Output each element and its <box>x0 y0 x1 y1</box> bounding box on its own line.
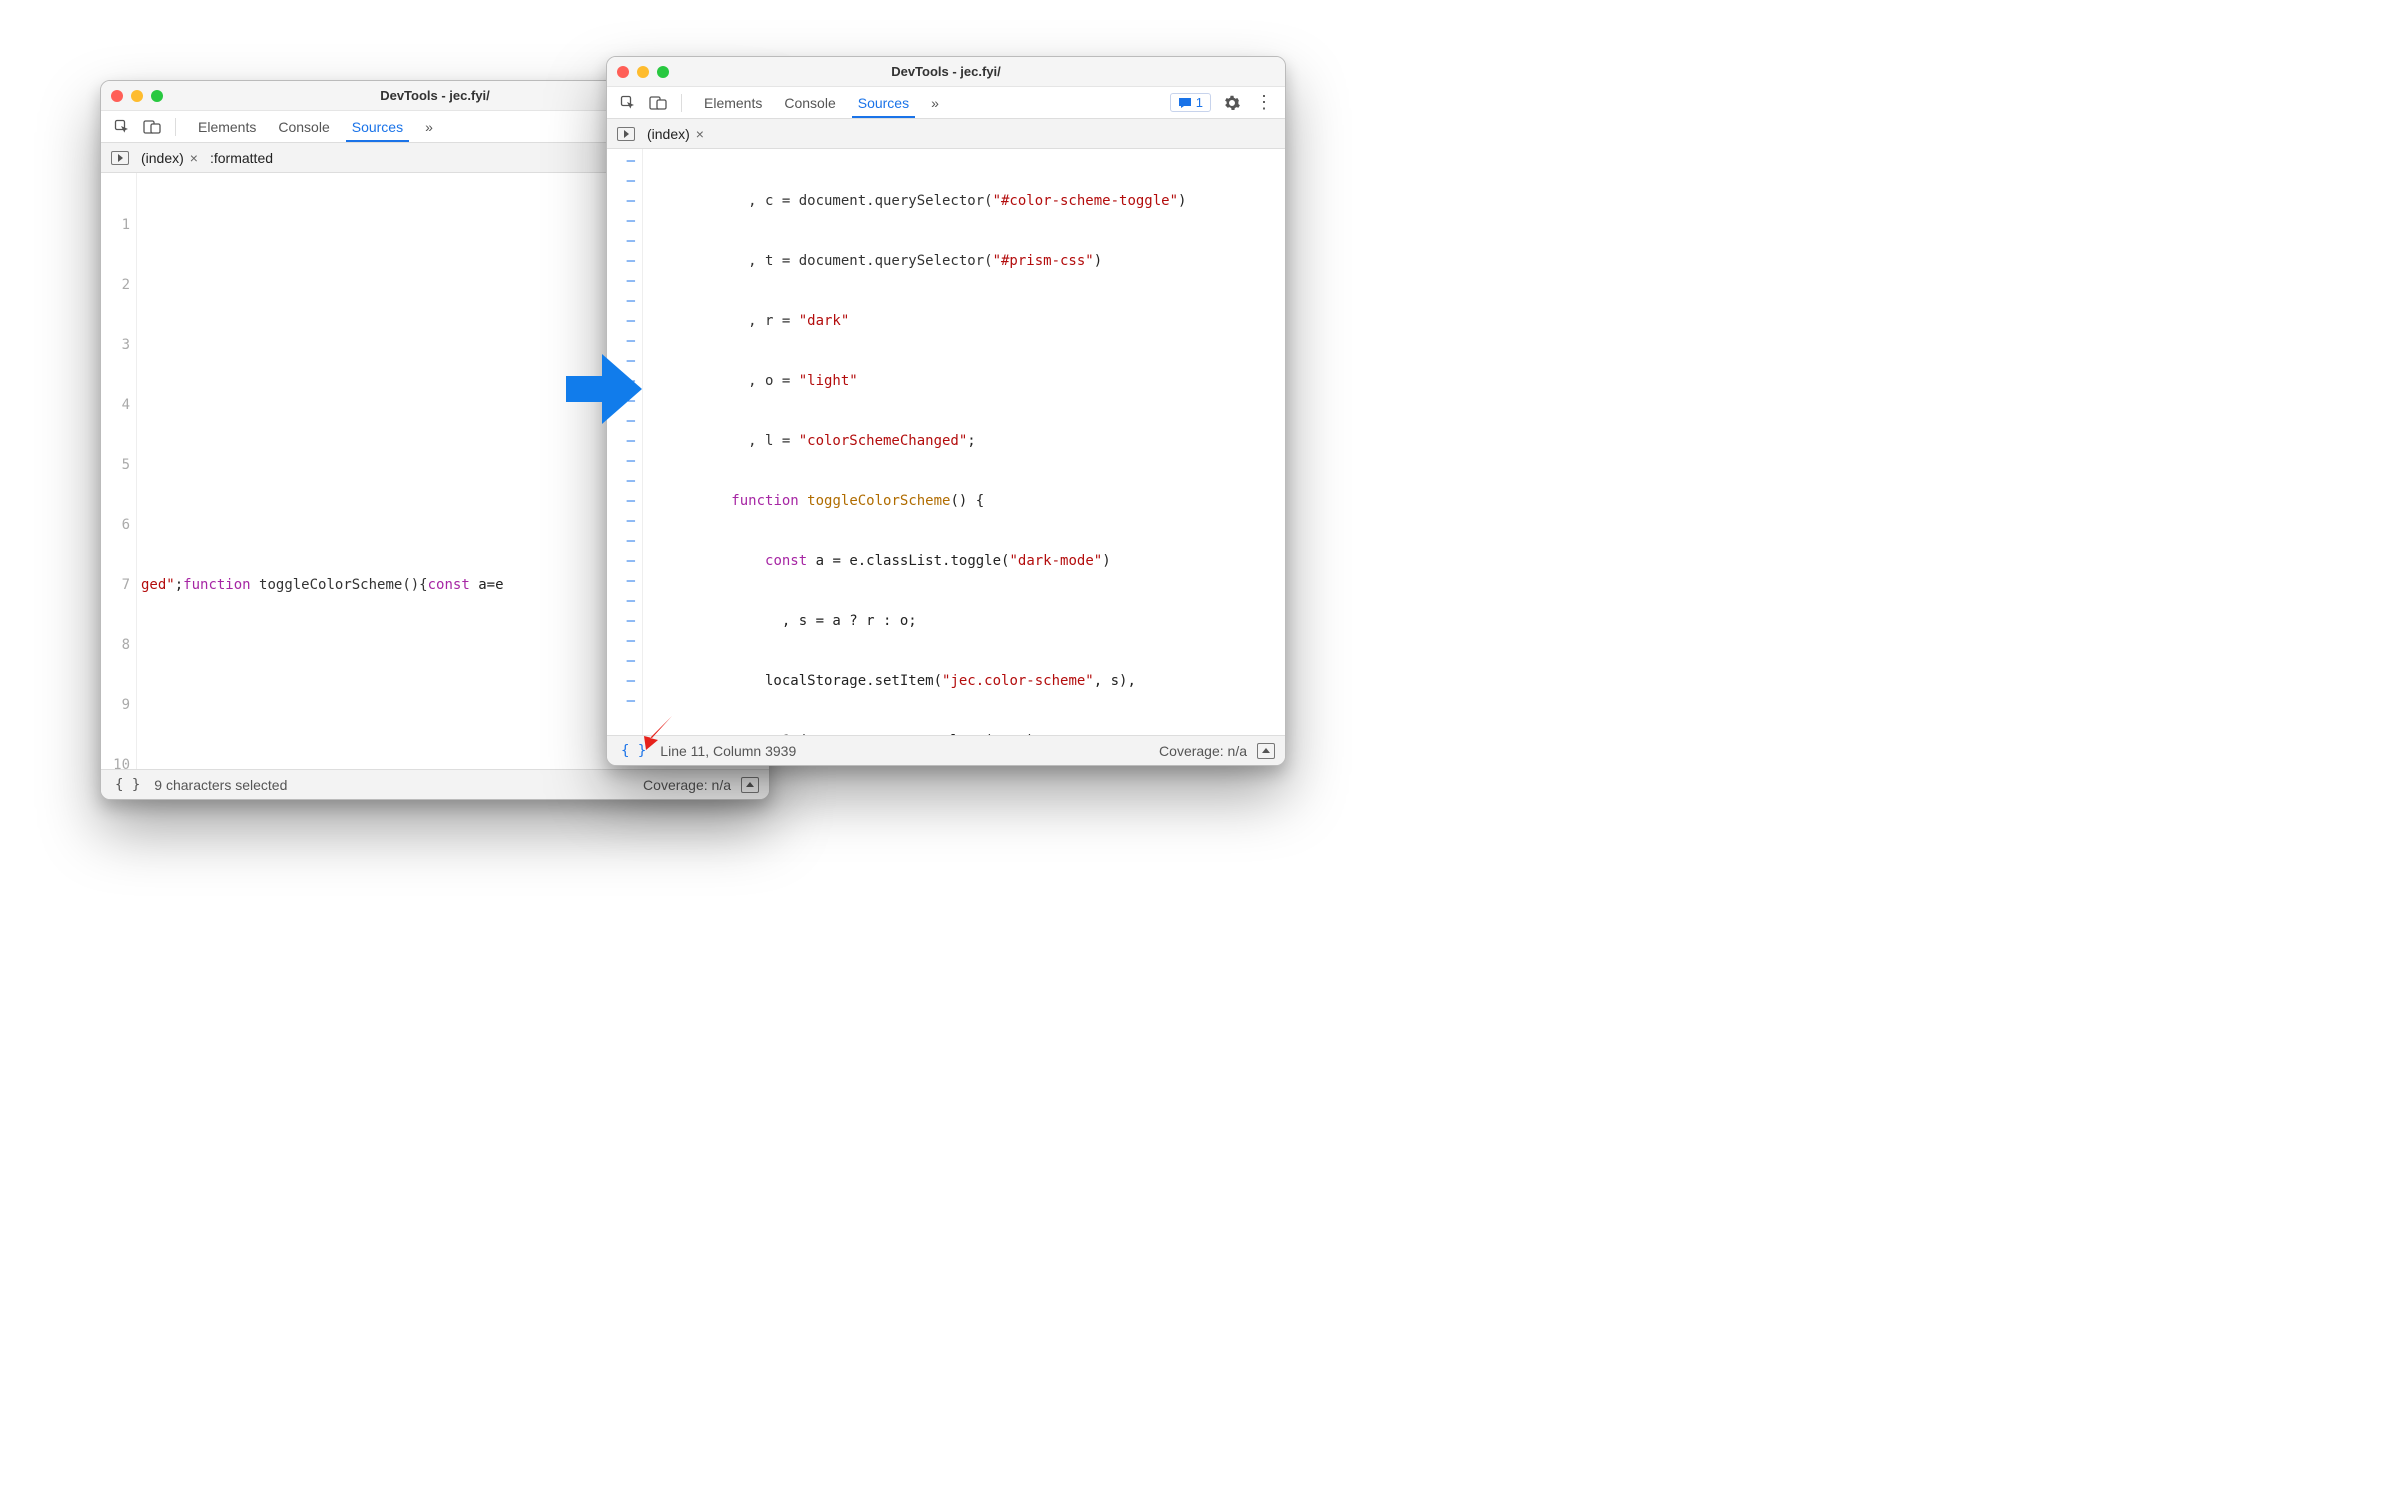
close-tab-icon[interactable]: × <box>190 150 198 166</box>
panel-tabs: Elements Console Sources » <box>188 111 443 142</box>
close-icon[interactable] <box>617 66 629 78</box>
tab-elements[interactable]: Elements <box>694 87 772 118</box>
inspect-icon[interactable] <box>111 116 133 138</box>
panel-tabs: Elements Console Sources » <box>694 87 949 118</box>
coverage-label: Coverage: n/a <box>1159 743 1247 759</box>
line-gutter: 1 2 3 4 5 6 7 8 9 10 11 <box>101 173 137 769</box>
titlebar[interactable]: DevTools - jec.fyi/ <box>607 57 1285 87</box>
line-gutter: –––––––––––––––––––––––––––– <box>607 149 643 735</box>
tab-more-icon[interactable]: » <box>415 111 443 142</box>
statusbar: { } Line 11, Column 3939 Coverage: n/a <box>607 735 1285 765</box>
arrow-right-icon <box>566 354 642 424</box>
tab-elements[interactable]: Elements <box>188 111 266 142</box>
source-tab-label: :formatted <box>210 150 273 166</box>
statusbar: { } 9 characters selected Coverage: n/a <box>101 769 769 799</box>
close-icon[interactable] <box>111 90 123 102</box>
minimize-icon[interactable] <box>637 66 649 78</box>
minimize-icon[interactable] <box>131 90 143 102</box>
source-tab-index[interactable]: (index) × <box>141 150 198 166</box>
separator <box>681 94 682 112</box>
issues-icon <box>1178 97 1192 109</box>
main-toolbar: Elements Console Sources » 1 ⋮ <box>607 87 1285 119</box>
code-editor[interactable]: –––––––––––––––––––––––––––– , c = docum… <box>607 149 1285 735</box>
traffic-lights[interactable] <box>111 90 163 102</box>
cursor-position: Line 11, Column 3939 <box>660 743 796 759</box>
coverage-label: Coverage: n/a <box>643 777 731 793</box>
maximize-icon[interactable] <box>657 66 669 78</box>
source-tabs: (index) × <box>607 119 1285 149</box>
status-text: 9 characters selected <box>154 777 287 793</box>
gear-icon[interactable] <box>1221 92 1243 114</box>
traffic-lights[interactable] <box>617 66 669 78</box>
navigator-icon[interactable] <box>617 127 635 141</box>
separator <box>175 118 176 136</box>
window-title: DevTools - jec.fyi/ <box>607 64 1285 79</box>
issues-button[interactable]: 1 <box>1170 93 1211 112</box>
tab-sources[interactable]: Sources <box>848 87 919 118</box>
tab-sources[interactable]: Sources <box>342 111 413 142</box>
navigator-icon[interactable] <box>111 151 129 165</box>
collapse-icon[interactable] <box>741 777 759 793</box>
source-tab-index[interactable]: (index) × <box>647 126 704 142</box>
device-toggle-icon[interactable] <box>141 116 163 138</box>
inspect-icon[interactable] <box>617 92 639 114</box>
source-tab-label: (index) <box>647 126 690 142</box>
arrow-down-left-icon <box>640 712 680 755</box>
source-tab-label: (index) <box>141 150 184 166</box>
pretty-print-icon[interactable]: { } <box>111 777 144 793</box>
devtools-window-right: DevTools - jec.fyi/ Elements Console Sou… <box>606 56 1286 766</box>
code-area[interactable]: , c = document.querySelector("#color-sch… <box>643 149 1285 735</box>
maximize-icon[interactable] <box>151 90 163 102</box>
tab-more-icon[interactable]: » <box>921 87 949 118</box>
close-tab-icon[interactable]: × <box>696 126 704 142</box>
collapse-icon[interactable] <box>1257 743 1275 759</box>
tab-console[interactable]: Console <box>268 111 339 142</box>
kebab-icon[interactable]: ⋮ <box>1253 92 1275 114</box>
tab-console[interactable]: Console <box>774 87 845 118</box>
source-tab-formatted[interactable]: :formatted <box>210 150 273 166</box>
device-toggle-icon[interactable] <box>647 92 669 114</box>
issues-count: 1 <box>1196 95 1203 110</box>
